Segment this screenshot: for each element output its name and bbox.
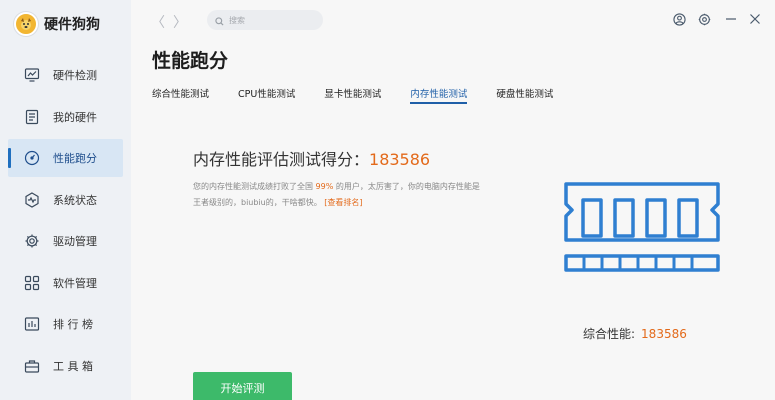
- page-title: 性能跑分: [152, 50, 229, 72]
- sidebar: 硬件狗狗 硬件检测 我的硬件 性能跑分 系统状态 驱动管理 软件管理 排 行 榜…: [0, 0, 131, 400]
- sidebar-item-my-hardware[interactable]: 我的硬件: [0, 98, 131, 136]
- tab-disk[interactable]: 硬盘性能测试: [496, 86, 553, 108]
- settings-icon[interactable]: [697, 12, 711, 26]
- gear-icon: [24, 233, 40, 249]
- sidebar-item-driver-manage[interactable]: 驱动管理: [0, 222, 131, 260]
- speedometer-icon: [24, 150, 40, 166]
- document-list-icon: [24, 109, 40, 125]
- sidebar-item-label: 我的硬件: [53, 110, 97, 124]
- tab-cpu[interactable]: CPU性能测试: [238, 86, 295, 108]
- toolbox-icon: [24, 358, 40, 374]
- search-input[interactable]: [229, 15, 309, 25]
- start-benchmark-button[interactable]: 开始评测: [193, 372, 292, 400]
- sidebar-item-benchmark[interactable]: 性能跑分: [8, 139, 123, 177]
- benchmark-tabs: 综合性能测试 CPU性能测试 显卡性能测试 内存性能测试 硬盘性能测试: [152, 86, 582, 108]
- app-brand: 硬件狗狗: [14, 10, 100, 38]
- result-description: 您的内存性能测试成绩打败了全国 99% 的用户，太厉害了，你的电脑内存性能是王者…: [193, 179, 483, 211]
- tab-overall[interactable]: 综合性能测试: [152, 86, 209, 108]
- score-heading: 内存性能评估测试得分：183586: [193, 146, 430, 170]
- user-icon[interactable]: [672, 12, 686, 26]
- pulse-hexagon-icon: [24, 191, 40, 208]
- sidebar-item-label: 驱动管理: [53, 235, 97, 248]
- sidebar-item-software-manage[interactable]: 软件管理: [0, 264, 131, 302]
- overall-performance: 综合性能: 183586: [583, 325, 687, 342]
- search-icon: [215, 11, 224, 30]
- sidebar-nav: 硬件检测 我的硬件 性能跑分 系统状态 驱动管理 软件管理 排 行 榜 工 具 …: [0, 56, 131, 388]
- sidebar-item-label: 硬件检测: [53, 69, 97, 82]
- beat-percentage: 99%: [315, 182, 334, 191]
- memory-module-icon: [562, 180, 722, 280]
- overall-value: 183586: [641, 327, 687, 341]
- close-icon[interactable]: [748, 12, 762, 26]
- app-name: 硬件狗狗: [44, 17, 100, 33]
- score-value: 183586: [369, 150, 431, 169]
- forward-button[interactable]: 〉: [173, 12, 187, 32]
- sidebar-item-system-status[interactable]: 系统状态: [0, 181, 131, 219]
- ranking-bars-icon: [24, 316, 40, 332]
- search-box[interactable]: [207, 10, 323, 30]
- sidebar-item-label: 系统状态: [53, 193, 97, 207]
- sidebar-item-label: 工 具 箱: [53, 359, 93, 373]
- main-panel: 〈 〉 性能跑分 综合性能测试 CPU性能测试 显卡性能测试 内存性能测试 硬盘…: [131, 0, 775, 400]
- score-label: 内存性能评估测试得分：: [193, 150, 370, 169]
- sidebar-item-label: 排 行 榜: [53, 318, 93, 331]
- desc-text-1: 您的内存性能测试成绩打败了全国: [193, 182, 316, 191]
- view-ranking-link[interactable]: [查看排名]: [324, 198, 362, 207]
- sidebar-item-label: 软件管理: [53, 276, 97, 290]
- sidebar-item-toolbox[interactable]: 工 具 箱: [0, 347, 131, 385]
- monitor-chart-icon: [24, 67, 40, 83]
- overall-label: 综合性能:: [583, 327, 636, 341]
- topbar: 〈 〉: [131, 0, 775, 40]
- tab-gpu[interactable]: 显卡性能测试: [324, 86, 381, 108]
- dog-logo-icon: [14, 12, 38, 36]
- back-button[interactable]: 〈: [151, 12, 165, 32]
- tab-memory[interactable]: 内存性能测试: [410, 86, 468, 108]
- sidebar-item-label: 性能跑分: [53, 152, 97, 165]
- sidebar-item-ranking[interactable]: 排 行 榜: [0, 305, 131, 343]
- sidebar-item-hardware-detect[interactable]: 硬件检测: [0, 56, 131, 94]
- minimize-icon[interactable]: [724, 12, 738, 26]
- apps-grid-icon: [24, 275, 40, 291]
